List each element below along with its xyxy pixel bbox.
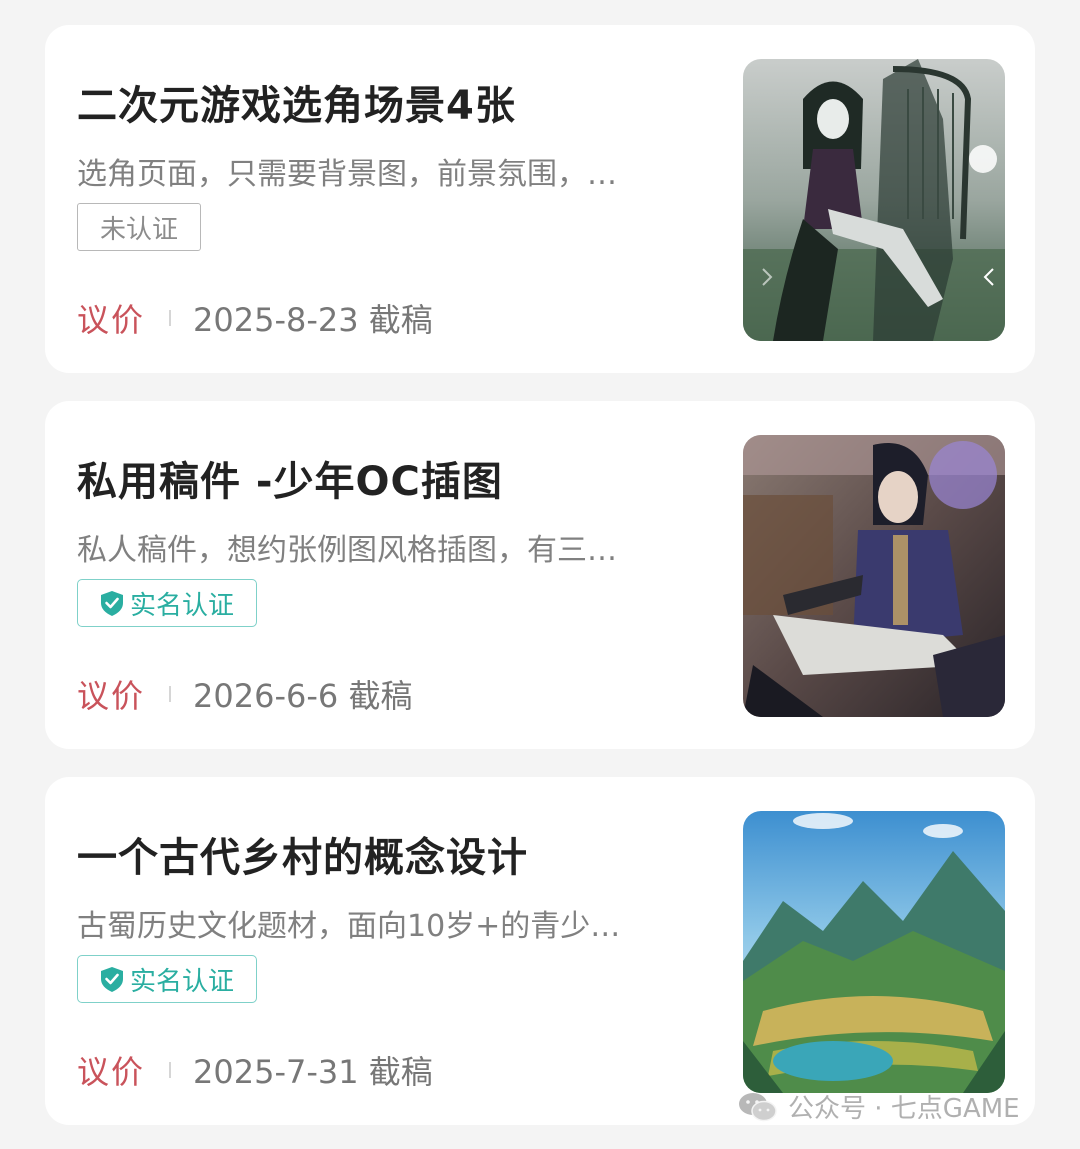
badge-label: 实名认证 — [130, 966, 235, 997]
divider — [169, 686, 172, 702]
project-meta: 议价 2026-6-6 截稿 — [77, 671, 412, 717]
verified-badge: 实名认证 — [77, 955, 258, 1003]
boy-oc-illustration — [743, 435, 1005, 717]
project-card[interactable]: 一个古代乡村的概念设计 古蜀历史文化题材，面向10岁+的青少… 实名认证 议价 … — [45, 777, 1035, 1125]
project-card[interactable]: 二次元游戏选角场景4张 选角页面，只需要背景图，前景氛围，… 未认证 议价 20… — [45, 25, 1035, 373]
badge-label: 实名认证 — [130, 590, 235, 621]
price-label: 议价 — [77, 1053, 146, 1091]
project-card[interactable]: 私用稿件 -少年OC插图 私人稿件，想约张例图风格插图，有三… 实名认证 议价 … — [45, 401, 1035, 749]
project-description: 选角页面，只需要背景图，前景氛围，… — [77, 157, 617, 192]
project-meta: 议价 2025-7-31 截稿 — [77, 1047, 433, 1093]
price-label: 议价 — [77, 677, 146, 715]
project-thumbnail[interactable] — [743, 59, 1005, 341]
project-description: 私人稿件，想约张例图风格插图，有三… — [77, 533, 617, 568]
badge-label: 未认证 — [100, 214, 179, 245]
wechat-icon — [739, 1092, 777, 1121]
project-title[interactable]: 私用稿件 -少年OC插图 — [77, 449, 503, 507]
project-thumbnail[interactable] — [743, 811, 1005, 1093]
wechat-watermark: 公众号 · 七点GAME — [738, 1088, 1020, 1125]
project-thumbnail[interactable] — [743, 435, 1005, 717]
price-label: 议价 — [77, 301, 146, 339]
project-list: 二次元游戏选角场景4张 选角页面，只需要背景图，前景氛围，… 未认证 议价 20… — [0, 0, 1080, 1149]
divider — [169, 310, 172, 326]
unverified-badge: 未认证 — [77, 203, 202, 251]
project-title[interactable]: 二次元游戏选角场景4张 — [77, 73, 516, 131]
project-title[interactable]: 一个古代乡村的概念设计 — [77, 825, 528, 883]
character-select-illustration — [743, 59, 1005, 341]
deadline-label: 2025-7-31 截稿 — [193, 1053, 433, 1091]
watermark-text: 公众号 · 七点GAME — [788, 1094, 1020, 1124]
verified-badge: 实名认证 — [77, 579, 258, 627]
project-description: 古蜀历史文化题材，面向10岁+的青少… — [77, 909, 621, 944]
divider — [169, 1062, 172, 1078]
ancient-village-landscape-illustration — [743, 811, 1005, 1093]
project-meta: 议价 2025-8-23 截稿 — [77, 295, 433, 341]
deadline-label: 2025-8-23 截稿 — [193, 301, 433, 339]
verified-shield-icon — [101, 591, 123, 616]
deadline-label: 2026-6-6 截稿 — [193, 677, 413, 715]
verified-shield-icon — [101, 967, 123, 992]
